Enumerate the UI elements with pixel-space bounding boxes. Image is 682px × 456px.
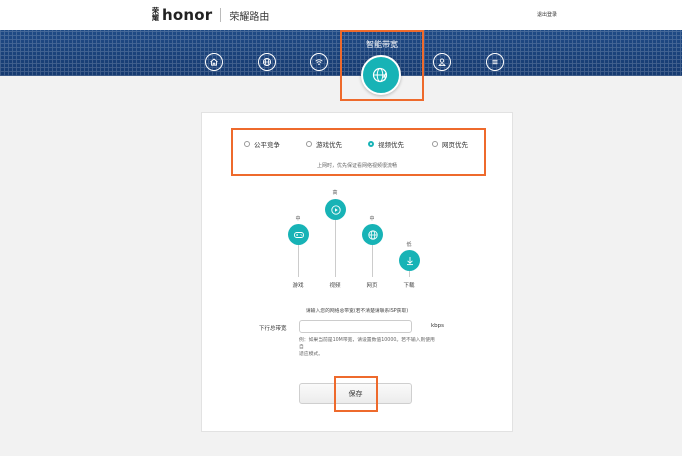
- download-stem: [409, 270, 410, 277]
- logo-text: honor: [162, 6, 213, 24]
- brand-divider: [220, 8, 222, 22]
- user-icon: [438, 58, 446, 67]
- nav-devices-button[interactable]: [433, 53, 451, 71]
- download-icon: [406, 256, 413, 265]
- bandwidth-example: 例：如果当前是10M带宽，请设置数值10000。若不输入则使用自 适应模式。: [299, 337, 437, 358]
- save-highlight: [334, 376, 378, 412]
- game-stem: [298, 244, 299, 277]
- menu-icon: [492, 59, 498, 65]
- video-stem: [335, 220, 336, 277]
- web-level: 中: [369, 216, 375, 222]
- video-priority-circle: [325, 199, 346, 220]
- game-mode-label: 游戏: [292, 283, 304, 289]
- game-level: 中: [295, 216, 301, 222]
- options-highlight: [231, 128, 486, 176]
- download-level: 低: [406, 242, 412, 248]
- globe-icon: [367, 229, 378, 240]
- downlink-bandwidth-label: 下行总带宽: [259, 326, 287, 332]
- globe-icon: [262, 57, 272, 67]
- play-icon: [330, 204, 341, 215]
- home-icon: [210, 58, 218, 66]
- bandwidth-example-line-1: 例：如果当前是10M带宽，请设置数值10000。若不输入则使用自: [299, 338, 435, 350]
- honor-logo: 荣耀 honor: [152, 6, 212, 24]
- app-title: 荣耀路由: [229, 11, 270, 23]
- web-mode-label: 网页: [366, 283, 378, 289]
- video-level: 高: [332, 190, 338, 196]
- download-priority-circle: [399, 250, 420, 271]
- downlink-bandwidth-input[interactable]: [299, 320, 412, 333]
- bandwidth-note: 请输入您的网络总带宽(若不清楚请联系ISP获取): [305, 309, 409, 314]
- web-stem: [372, 245, 373, 277]
- web-priority-circle: [362, 224, 383, 245]
- video-mode-label: 视频: [329, 283, 341, 289]
- nav-more-button[interactable]: [486, 53, 504, 71]
- logo-mark: 荣耀: [152, 7, 159, 22]
- gamepad-icon: [293, 231, 304, 238]
- active-nav-highlight: [340, 30, 424, 101]
- nav-home-button[interactable]: [205, 53, 223, 71]
- logout-link[interactable]: 退出登录: [537, 11, 557, 18]
- nav-wifi-button[interactable]: [310, 53, 328, 71]
- bandwidth-example-line-2: 适应模式。: [299, 352, 323, 357]
- nav-internet-button[interactable]: [258, 53, 276, 71]
- brand: 荣耀 honor 荣耀路由: [152, 6, 269, 24]
- bandwidth-unit: kbps: [431, 323, 445, 329]
- game-priority-circle: [288, 224, 309, 245]
- download-mode-label: 下载: [403, 283, 415, 289]
- top-bar: 荣耀 honor 荣耀路由 退出登录: [0, 0, 682, 30]
- wifi-icon: [315, 59, 323, 66]
